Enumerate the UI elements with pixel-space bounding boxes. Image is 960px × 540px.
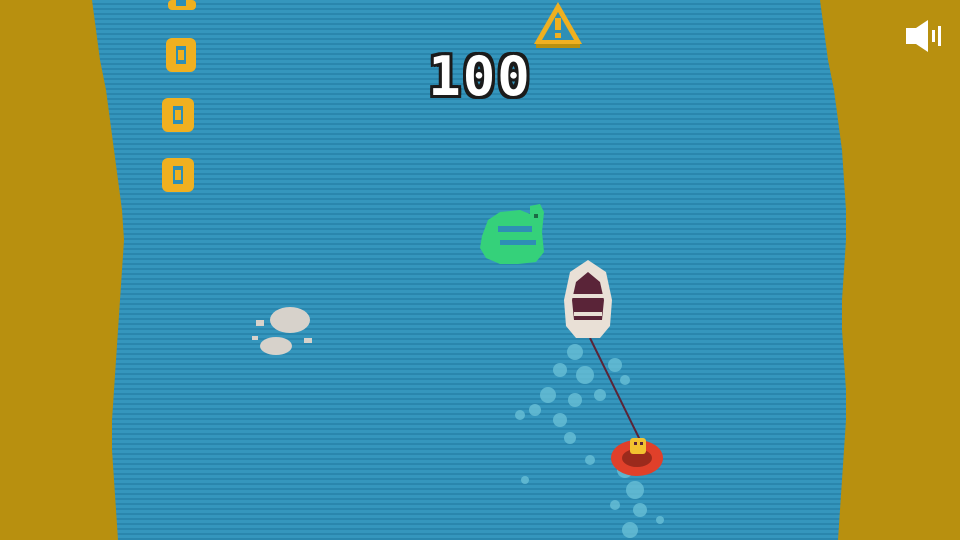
speedboat-icon [564,260,612,338]
warning-buoy-icon [534,2,582,48]
inner-tube-rider-icon [611,438,663,476]
speaker-on-icon [906,20,941,52]
coin-icon [168,0,196,10]
sound-toggle-button[interactable] [900,16,946,56]
tow-rope [589,337,641,441]
coin-icon [162,158,194,192]
coin-icon [162,98,194,132]
left-riverbank [0,0,124,540]
crocodile-icon [480,204,544,264]
coin-icon [166,38,196,72]
right-riverbank [820,0,960,540]
game-canvas[interactable]: 100 [0,0,960,540]
rock-icon [252,307,312,355]
score-counter: 100 [428,45,532,108]
